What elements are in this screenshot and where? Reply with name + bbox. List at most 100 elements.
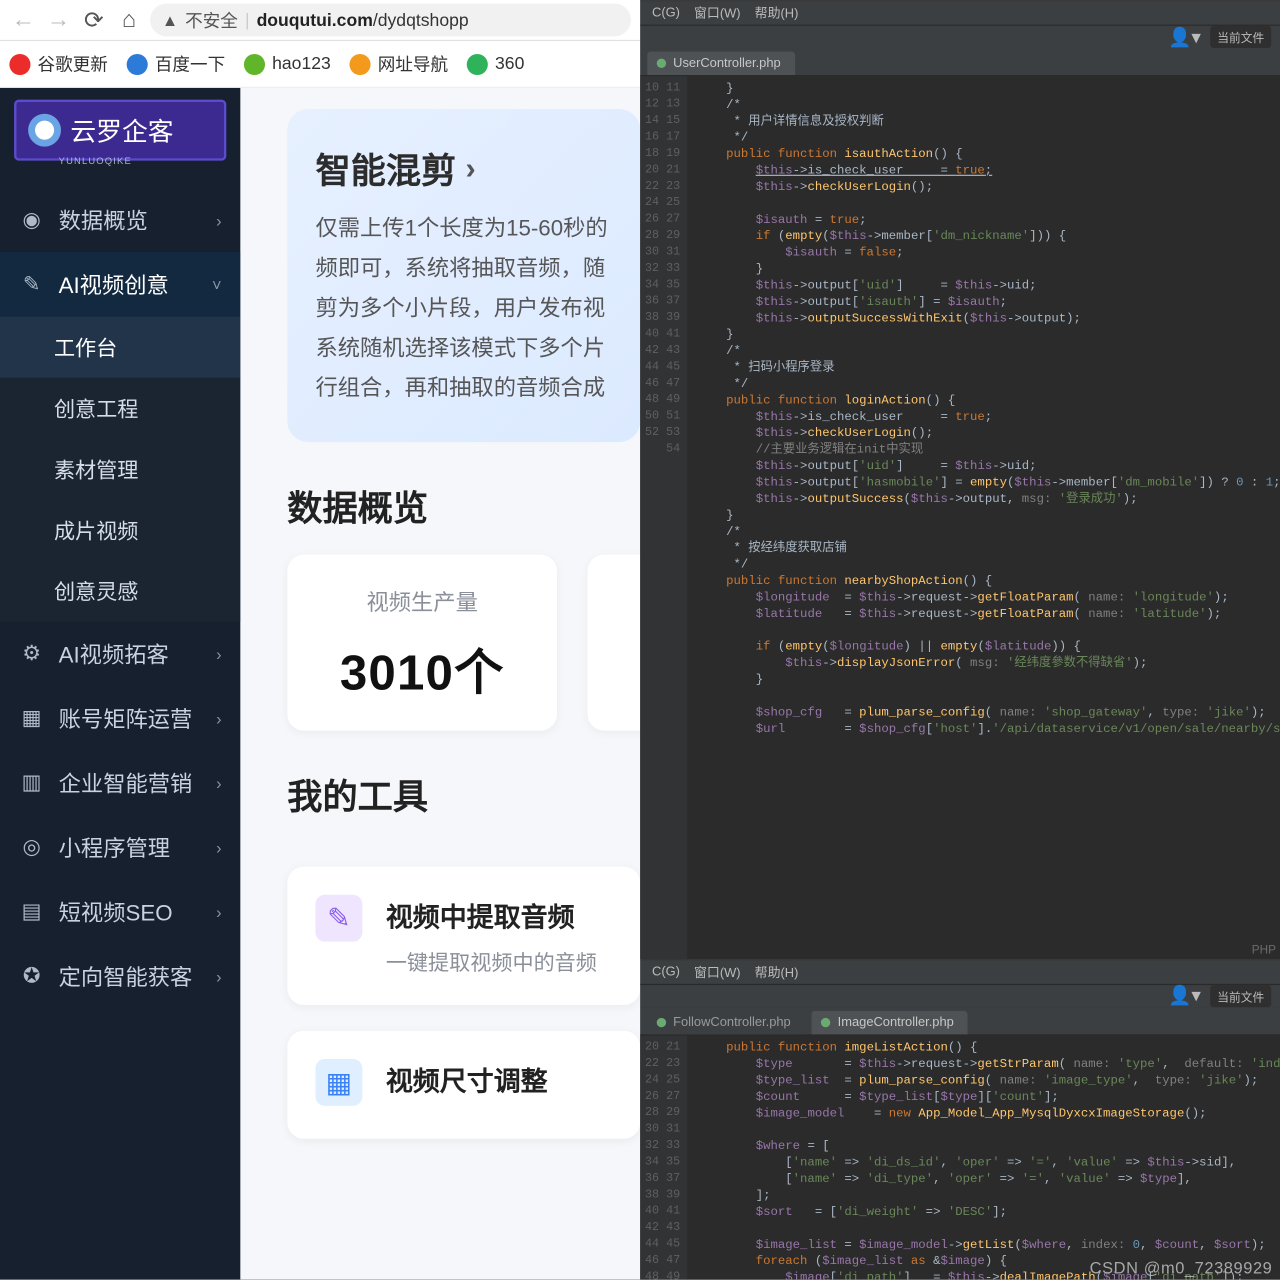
grid-icon: ▦ [19,705,45,731]
logo[interactable]: 云罗企客 YUNLUOQIKE [14,100,226,167]
menu-item[interactable]: 帮助(H) [755,962,799,981]
bookmark-icon [9,53,30,74]
bookmark-icon [350,53,371,74]
stat-value: 17 [627,602,640,658]
bookmark-label: 360 [495,54,524,74]
tool-card[interactable]: ▦ 视频尺寸调整 [287,1031,640,1139]
sidebar-item-label: 短视频SEO [59,896,173,928]
run-user-icon[interactable]: 👤▾ [1168,25,1201,48]
ide-menu-bottom[interactable]: C(G) 窗口(W) 帮助(H) [640,960,1280,983]
stat-value: 3010个 [327,633,517,705]
stat-title: 视频生产量 [327,585,517,617]
stat-card[interactable]: 视频生产量 3010个 [287,555,557,731]
menu-item[interactable]: C(G) [652,6,680,20]
bookmark-item[interactable]: 谷歌更新 [9,52,108,77]
menu-item[interactable]: 帮助(H) [755,4,799,23]
section-tools-title: 我的工具 [287,768,640,820]
sidebar-sub-item[interactable]: 素材管理 [0,439,240,500]
ide-toolbar[interactable]: 👤▾ 当前文件 [640,25,1280,48]
sidebar-item[interactable]: ◉数据概览› [0,188,240,252]
browser-toolbar: ← → ⟳ ⌂ ▲ 不安全 | douqutui.com/dydqtshopp [0,0,640,41]
logo-text: 云罗企客 [70,111,173,149]
address-bar[interactable]: ▲ 不安全 | douqutui.com/dydqtshopp [150,4,631,37]
gauge-icon: ◉ [19,207,45,233]
menu-item[interactable]: 窗口(W) [694,962,741,981]
run-user-icon[interactable]: 👤▾ [1168,984,1201,1007]
sidebar-item[interactable]: ✪定向智能获客› [0,944,240,1008]
gutter-top: 10 11 12 13 14 15 16 17 18 19 20 21 22 2… [640,76,687,958]
bookmark-item[interactable]: 360 [467,53,524,74]
sidebar-item-label: 企业智能营销 [59,767,193,799]
ide-tabs-bottom: FollowController.php ImageController.php [640,1007,1280,1035]
reload-icon[interactable]: ⟳ [80,6,108,34]
php-icon [821,1017,830,1026]
code-top[interactable]: } /* * 用户详情信息及授权判断 */ public function is… [687,76,1280,958]
sidebar-sub-item[interactable]: 创意工程 [0,378,240,439]
php-icon [657,1017,666,1026]
bookmark-item[interactable]: hao123 [244,53,331,74]
chevron-right-icon: › [466,150,476,186]
promo-title: 智能混剪 [315,142,456,194]
promo-card[interactable]: 智能混剪› 仅需上传1个长度为15-60秒的 频即可，系统将抽取音频，随 剪为多… [287,109,640,442]
warning-icon: ▲ [162,11,178,30]
bar-icon: ▥ [19,770,45,796]
code-bottom[interactable]: public function imgeListAction() { $type… [687,1035,1280,1280]
ide-top: C(G) 窗口(W) 帮助(H) 👤▾ 当前文件 UserController.ph… [640,0,1280,959]
sidebar-item-label: AI视频拓客 [59,638,169,670]
bookmark-label: hao123 [272,54,331,74]
sidebar-item[interactable]: ▦账号矩阵运营› [0,686,240,750]
url-text: douqutui.com/dydqtshopp [257,10,469,30]
bookmark-icon [467,53,488,74]
sidebar-item-label: 小程序管理 [59,831,170,863]
tool-subtitle: 一键提取视频中的音频 [386,946,597,976]
seo-icon: ▤ [19,899,45,925]
sidebar-sub-item[interactable]: 工作台 [0,317,240,378]
sidebar-item-label: 数据概览 [59,204,148,236]
sidebar-sub-item[interactable]: 创意灵感 [0,561,240,622]
tool-title: 视频中提取音频 [386,895,597,935]
sidebar-item[interactable]: ▥ 企业智能营销 › [0,751,240,815]
sidebar-sub-item[interactable]: 成片视频 [0,500,240,561]
tab-label: ImageController.php [838,1015,954,1029]
bookmark-item[interactable]: 网址导航 [350,52,449,77]
bookmark-label: 谷歌更新 [38,52,108,77]
bookmark-label: 百度一下 [155,52,225,77]
watermark-text: CSDN @m0_72389929 [1090,1258,1273,1277]
sidebar-item[interactable]: ▤ 短视频SEO › [0,880,240,944]
run-config-pill[interactable]: 当前文件 [1210,26,1271,48]
tool-title: 视频尺寸调整 [386,1059,548,1099]
ide-menu[interactable]: C(G) 窗口(W) 帮助(H) [640,1,1280,24]
sidebar-item-label: 定向智能获客 [59,960,193,992]
gutter-bottom: 20 21 22 23 24 25 26 27 28 29 30 31 32 3… [640,1035,687,1280]
target-icon: ✪ [19,963,45,989]
bookmark-icon [127,53,148,74]
tab-label: FollowController.php [673,1015,791,1029]
sidebar-item[interactable]: ✎AI视频创意˅ [0,252,240,316]
ide-toolbar-bottom[interactable]: 👤▾ 当前文件 [640,983,1280,1006]
sidebar-item[interactable]: ◎小程序管理› [0,815,240,879]
back-icon[interactable]: ← [9,6,37,34]
run-config-pill-bottom[interactable]: 当前文件 [1210,984,1271,1006]
tab-imagecontroller-php[interactable]: ImageController.php [812,1010,968,1033]
menu-item[interactable]: C(G) [652,965,680,979]
bookmark-item[interactable]: 百度一下 [127,52,226,77]
tab-followcontroller-php[interactable]: FollowController.php [647,1010,804,1033]
home-icon[interactable]: ⌂ [115,6,143,34]
ide-tabs-top: UserController.php [640,48,1280,76]
bookmarks-bar: 谷歌更新 百度一下 hao123 网址导航 360 [0,41,640,88]
forward-icon[interactable]: → [45,6,73,34]
chevron-icon: › [216,902,221,921]
menu-item[interactable]: 窗口(W) [694,4,741,23]
sidebar-item[interactable]: ⚙ AI视频拓客 › [0,622,240,686]
statusbar-top: PHP [1252,943,1276,956]
stat-card[interactable]: 17 [588,555,641,731]
rocket-icon: ⚙ [19,641,45,667]
tool-card[interactable]: ✎视频中提取音频一键提取视频中的音频 [287,867,640,1005]
chevron-icon: ˅ [212,275,222,294]
sidebar-item-label: 账号矩阵运营 [59,702,193,734]
insecure-label: 不安全 [185,8,238,33]
tool-icon: ▦ [315,1059,362,1106]
chevron-icon: › [216,644,221,663]
chevron-icon: › [216,773,221,792]
tab-usercontroller[interactable]: UserController.php [647,52,794,75]
